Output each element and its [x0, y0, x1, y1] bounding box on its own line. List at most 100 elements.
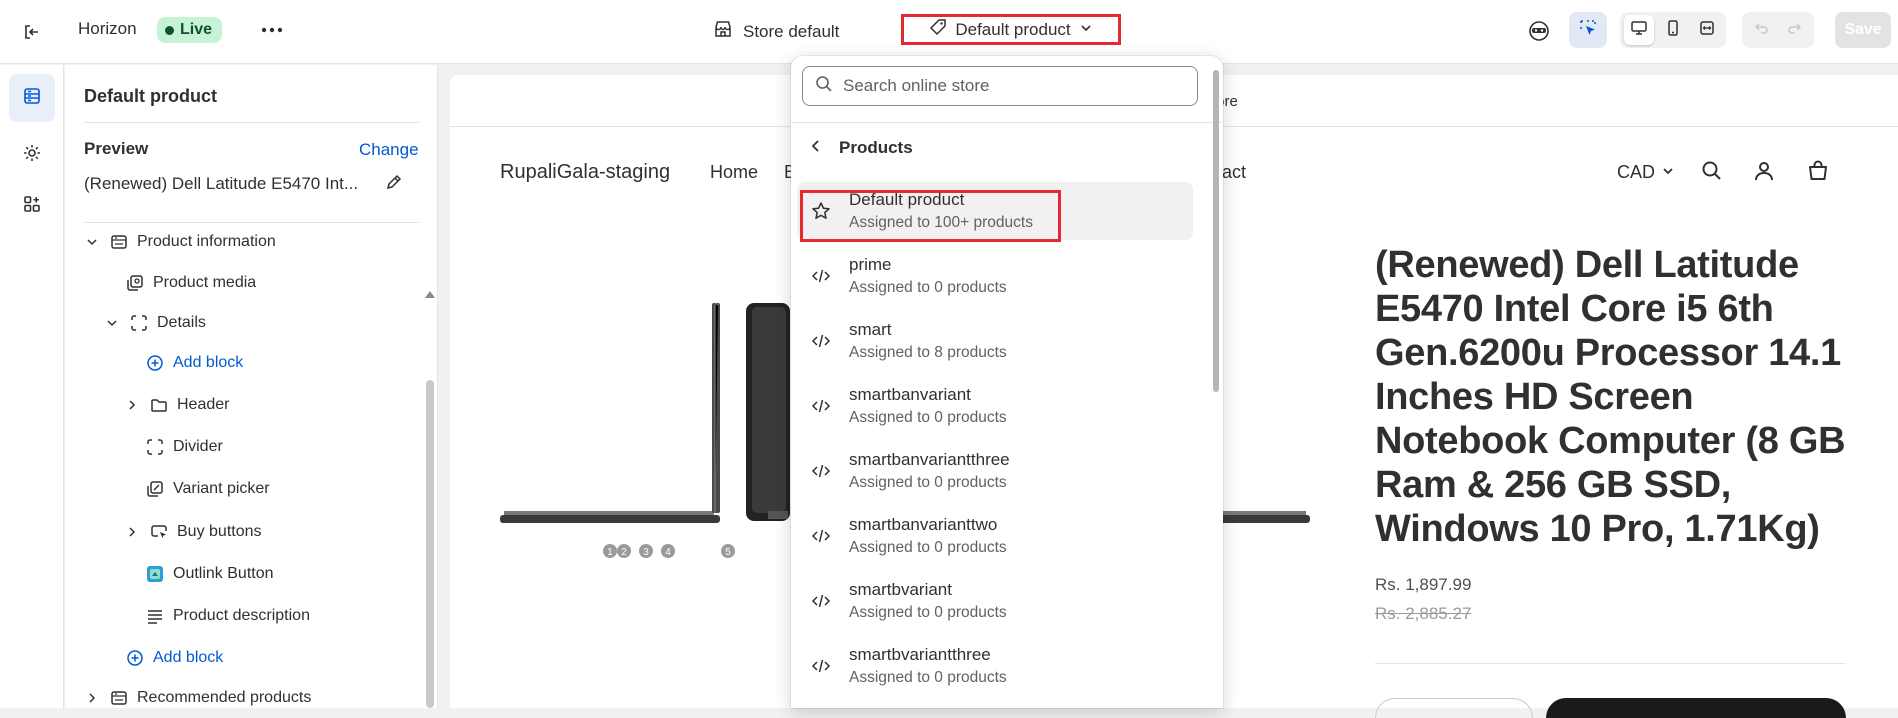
add-block-button[interactable]: Add block — [145, 353, 243, 373]
template-option-smart[interactable]: smart Assigned to 8 products — [797, 312, 1193, 370]
template-option-default-product[interactable]: Default product Assigned to 100+ products — [797, 182, 1193, 240]
account-icon[interactable] — [1752, 159, 1776, 188]
apps-icon — [22, 194, 42, 219]
undo-button[interactable] — [1746, 15, 1776, 45]
save-button[interactable]: Save — [1835, 12, 1891, 48]
template-option-smartbanvariantthree[interactable]: smartbanvariantthree Assigned to 0 produc… — [797, 442, 1193, 500]
template-name: smartbanvariant — [849, 385, 971, 404]
nav-link-home[interactable]: Home — [710, 162, 758, 183]
chevron-down-icon — [1661, 162, 1675, 183]
search-field[interactable] — [802, 66, 1198, 106]
template-option-smartbanvariant[interactable]: smartbanvariant Assigned to 0 products — [797, 377, 1193, 435]
tree-item-outlink-button[interactable]: Outlink Button — [145, 564, 274, 584]
code-icon — [809, 459, 833, 483]
pencil-icon[interactable] — [385, 173, 403, 196]
search-icon[interactable] — [1700, 159, 1724, 188]
back-to-products-button[interactable]: Products — [809, 138, 913, 158]
tree-item-header[interactable]: Header — [125, 395, 229, 415]
product-price: Rs. 1,897.99 — [1375, 575, 1472, 594]
port-callout-label: 5 — [725, 547, 731, 558]
chevron-right-icon[interactable] — [125, 525, 139, 539]
store-logo-text[interactable]: RupaliGala-staging — [500, 161, 670, 184]
tree-item-product-description[interactable]: Product description — [145, 606, 310, 626]
chevron-right-icon[interactable] — [125, 398, 139, 412]
chevron-down-icon[interactable] — [105, 316, 119, 330]
template-option-smartbvariant[interactable]: smartbvariant Assigned to 0 products — [797, 572, 1193, 630]
live-label: Live — [180, 21, 213, 38]
chevron-down-icon — [1079, 20, 1093, 40]
dropdown-scroll-thumb[interactable] — [1213, 70, 1219, 392]
tree-item-variant-picker[interactable]: Variant picker — [145, 479, 270, 499]
mobile-view-button[interactable] — [1658, 15, 1688, 45]
more-actions-icon[interactable] — [258, 18, 286, 42]
chevron-left-icon — [809, 138, 823, 158]
divider — [84, 122, 419, 123]
add-to-cart-button[interactable] — [1546, 698, 1846, 718]
tree-item-label: Buy buttons — [177, 523, 262, 540]
tree-item-recommended-products[interactable]: Recommended products — [85, 688, 311, 708]
template-option-smartbanvarianttwo[interactable]: smartbanvarianttwo Assigned to 0 products — [797, 507, 1193, 565]
apps-button[interactable] — [9, 182, 55, 230]
add-block-label: Add block — [153, 649, 224, 666]
template-assignment: Assigned to 0 products — [849, 669, 1007, 686]
cursor-button-icon — [149, 522, 169, 542]
nav-link-partial[interactable]: act — [1222, 162, 1246, 183]
tree-item-divider[interactable]: Divider — [145, 437, 223, 457]
store-default-label: Store default — [743, 21, 840, 41]
currency-selector[interactable]: CAD — [1617, 162, 1675, 183]
divider — [791, 122, 1223, 123]
template-assignment: Assigned to 100+ products — [849, 214, 1033, 231]
cart-icon[interactable] — [1806, 159, 1830, 188]
template-option-smartbvariantthree[interactable]: smartbvariantthree Assigned to 0 products — [797, 637, 1193, 695]
chevron-right-icon[interactable] — [85, 691, 99, 705]
sections-button[interactable] — [9, 74, 55, 122]
back-label: Products — [839, 138, 913, 157]
tag-icon — [929, 18, 947, 41]
desktop-view-button[interactable] — [1624, 15, 1654, 45]
template-assignment: Assigned to 0 products — [849, 409, 1007, 426]
theme-settings-button[interactable] — [9, 131, 55, 179]
sidebar-panel: Default product Preview Change (Renewed)… — [65, 65, 438, 708]
left-rail — [0, 65, 64, 708]
redo-button[interactable] — [1780, 15, 1810, 45]
tree-item-label: Header — [177, 396, 230, 413]
group-icon — [129, 313, 149, 333]
preview-label: Preview — [84, 139, 149, 158]
tree-item-label: Variant picker — [173, 480, 270, 497]
sidebar-scroll-thumb[interactable] — [426, 380, 434, 708]
exit-icon[interactable] — [20, 20, 44, 44]
tree-item-details[interactable]: Details — [105, 313, 206, 333]
gear-icon — [22, 143, 42, 168]
mobile-icon — [1664, 19, 1682, 42]
star-icon — [809, 199, 833, 223]
port-callout-label: 1 — [607, 547, 613, 558]
quantity-selector[interactable] — [1375, 698, 1533, 718]
chevron-down-icon[interactable] — [85, 235, 99, 249]
tree-item-label: Divider — [173, 438, 223, 455]
inspector-toggle-button[interactable] — [1569, 12, 1607, 48]
search-icon — [815, 75, 833, 98]
template-option-prime[interactable]: prime Assigned to 0 products — [797, 247, 1193, 305]
section-icon — [109, 688, 129, 708]
sections-icon — [22, 86, 42, 111]
redo-icon — [1786, 19, 1804, 42]
ai-assistant-icon[interactable] — [1526, 18, 1552, 44]
tree-item-product-information[interactable]: Product information — [85, 232, 276, 252]
template-name: smartbanvariantthree — [849, 450, 1010, 469]
full-width-view-button[interactable] — [1692, 15, 1722, 45]
currency-label: CAD — [1617, 162, 1656, 182]
add-block-button[interactable]: Add block — [125, 648, 223, 668]
tree-item-product-media[interactable]: Product media — [125, 273, 256, 293]
tree-item-label: Product description — [173, 607, 310, 624]
template-assignment: Assigned to 0 products — [849, 604, 1007, 621]
store-default-selector[interactable]: Store default — [713, 19, 839, 44]
template-name: smartbvariantthree — [849, 645, 991, 664]
plus-circle-icon — [125, 648, 145, 668]
divider — [84, 222, 419, 223]
change-preview-link[interactable]: Change — [359, 140, 419, 160]
tree-item-buy-buttons[interactable]: Buy buttons — [125, 522, 262, 542]
undo-icon — [1752, 19, 1770, 42]
search-input[interactable] — [843, 76, 1163, 96]
template-selector[interactable]: Default product — [901, 14, 1121, 45]
code-icon — [809, 524, 833, 548]
